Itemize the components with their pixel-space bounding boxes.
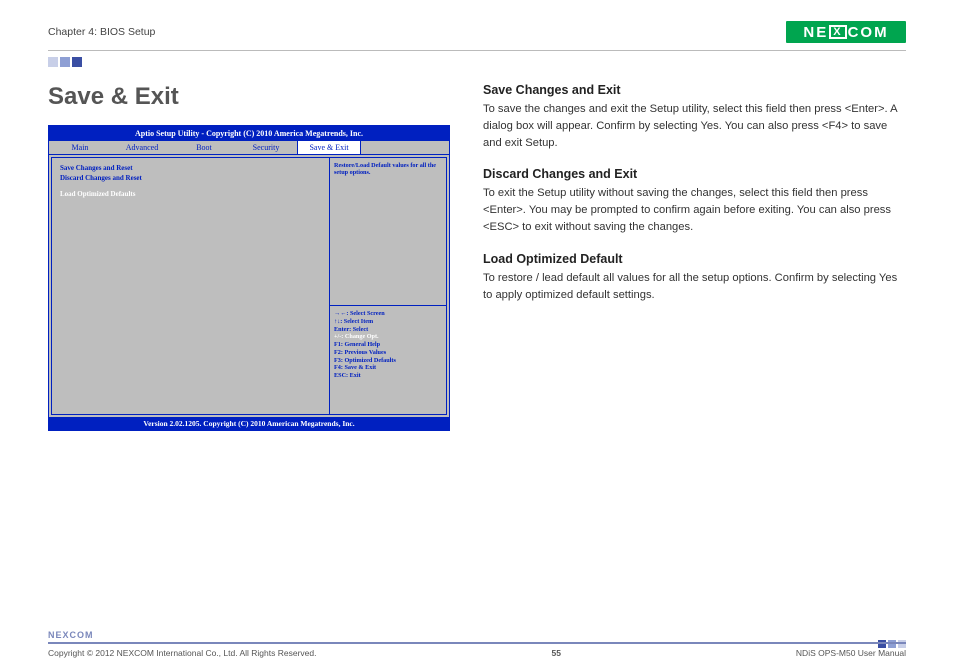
footer-copyright: Copyright © 2012 NEXCOM International Co…	[48, 648, 316, 658]
bios-tab-advanced[interactable]: Advanced	[111, 141, 173, 154]
bios-title-bar: Aptio Setup Utility - Copyright (C) 2010…	[49, 126, 449, 141]
footer-logo: NEXCOM	[48, 630, 906, 640]
footer-doc-name: NDiS OPS-M50 User Manual	[796, 648, 906, 658]
section-body-load: To restore / lead default all values for…	[483, 270, 906, 304]
brand-logo: NEXCOM	[786, 21, 906, 43]
bios-tab-security[interactable]: Security	[235, 141, 297, 154]
section-heading-load: Load Optimized Default	[483, 252, 906, 266]
bios-screenshot: Aptio Setup Utility - Copyright (C) 2010…	[48, 125, 450, 431]
section-heading-discard: Discard Changes and Exit	[483, 167, 906, 181]
section-heading-save: Save Changes and Exit	[483, 83, 906, 97]
bios-help-text: Restore/Load Default values for all the …	[330, 158, 446, 306]
bios-shortcuts: →←: Select Screen ↑↓: Select Item Enter:…	[330, 306, 446, 414]
bios-tab-save-exit[interactable]: Save & Exit	[297, 141, 361, 154]
bios-footer: Version 2.02.1205. Copyright (C) 2010 Am…	[49, 417, 449, 430]
chapter-label: Chapter 4: BIOS Setup	[48, 26, 155, 38]
bios-tab-bar: Main Advanced Boot Security Save & Exit	[49, 141, 449, 155]
bios-option-discard-reset[interactable]: Discard Changes and Reset	[60, 174, 321, 182]
page-title: Save & Exit	[48, 83, 453, 111]
bios-option-save-reset[interactable]: Save Changes and Reset	[60, 164, 321, 172]
bios-tab-boot[interactable]: Boot	[173, 141, 235, 154]
decorative-squares	[48, 57, 906, 67]
bios-tab-main[interactable]: Main	[49, 141, 111, 154]
page-number: 55	[551, 648, 560, 658]
section-body-discard: To exit the Setup utility without saving…	[483, 185, 906, 235]
bios-option-load-defaults[interactable]: Load Optimized Defaults	[60, 190, 321, 198]
bios-options-panel: Save Changes and Reset Discard Changes a…	[52, 158, 330, 414]
section-body-save: To save the changes and exit the Setup u…	[483, 101, 906, 151]
